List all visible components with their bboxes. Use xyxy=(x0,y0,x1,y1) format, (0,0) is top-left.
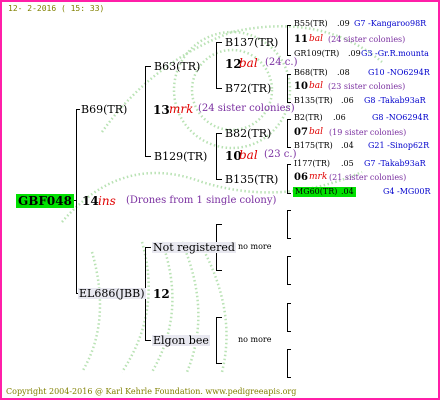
g4-num: 06 xyxy=(294,172,308,183)
mm-no-more: no more xyxy=(238,335,272,344)
g4-score: .04 xyxy=(341,141,354,150)
g4-score: .09 xyxy=(348,49,361,58)
g4-line: G8 -NO6294R xyxy=(372,113,429,122)
paternal-grandmother-id[interactable]: B129(TR) xyxy=(154,151,207,162)
g4-note: (21 sister colonies) xyxy=(329,173,407,182)
g4-id[interactable]: B135(TR) xyxy=(294,97,333,105)
g4-id[interactable]: B2(TR) xyxy=(294,114,323,122)
g4-id[interactable]: GR109(TR) xyxy=(294,50,339,58)
mf-no-more: no more xyxy=(238,242,272,251)
g4-id[interactable]: I177(TR) xyxy=(294,160,330,168)
fm-note: (23 c.) xyxy=(264,149,297,160)
ffm-id[interactable]: B72(TR) xyxy=(225,83,271,94)
mother-generation-number: 12 xyxy=(153,287,170,301)
fmf-id[interactable]: B82(TR) xyxy=(225,128,271,139)
g4-line: G7 -Takab93aR xyxy=(364,159,426,168)
g4-score: .04 xyxy=(339,187,356,197)
root-generation-number: 14 xyxy=(82,194,99,208)
g4-breeder: bal xyxy=(309,34,324,44)
maternal-grandmother-label[interactable]: Elgon bee xyxy=(152,335,210,346)
g4-score: .06 xyxy=(341,96,354,105)
g4-id[interactable]: B175(TR) xyxy=(294,142,333,150)
root-note: (Drones from 1 single colony) xyxy=(126,195,277,206)
g4-id[interactable]: B55(TR) xyxy=(294,20,328,28)
g4-breeder: bal xyxy=(309,127,324,137)
g4-score: .08 xyxy=(337,68,350,77)
father-breeder: mrk xyxy=(169,102,194,116)
g4-line: G8 -Takab93aR xyxy=(364,96,426,105)
g4-line: G21 -Sinop62R xyxy=(368,141,430,150)
mother-id[interactable]: EL686(JBB) xyxy=(78,288,146,299)
fm-breeder: bal xyxy=(239,148,258,162)
g4-id[interactable]: B68(TR) xyxy=(294,69,328,77)
fff-id[interactable]: B137(TR) xyxy=(225,37,278,48)
father-id[interactable]: B69(TR) xyxy=(81,104,127,115)
g4-line: G7 -Kangaroo98R xyxy=(354,19,427,28)
g4-score: .05 xyxy=(341,159,354,168)
father-note: (24 sister colonies) xyxy=(198,103,295,114)
g4-score: .06 xyxy=(333,113,346,122)
g4-line: G4 -MG00R xyxy=(383,187,431,196)
pedigree-frame: 12- 2-2016 ( 15: 33) Copyright 2004-2016… xyxy=(0,0,440,400)
g4-note: (19 sister colonies) xyxy=(329,128,407,137)
g4-num: 10 xyxy=(294,81,308,92)
fmm-id[interactable]: B135(TR) xyxy=(225,174,278,185)
g4-note: (24 sister colonies) xyxy=(328,35,406,44)
g4-num: 11 xyxy=(294,34,308,45)
ff-note: (24 c.) xyxy=(265,57,298,68)
g4-breeder: bal xyxy=(309,81,324,91)
root-breeder: ins xyxy=(98,194,116,208)
father-generation-number: 13 xyxy=(153,103,170,117)
root-queen-id[interactable]: GBF048 xyxy=(16,194,74,208)
ff-breeder: bal xyxy=(239,56,258,70)
g4-id[interactable]: MG60(TR) xyxy=(293,187,340,197)
paternal-grandfather-id[interactable]: B63(TR) xyxy=(154,61,200,72)
g4-num: 07 xyxy=(294,127,308,138)
g4-line: G10 -NO6294R xyxy=(368,68,430,77)
g4-score: .09 xyxy=(337,19,350,28)
maternal-grandfather-label[interactable]: Not registered xyxy=(152,242,236,253)
g4-note: (23 sister colonies) xyxy=(328,82,406,91)
g4-breeder: mrk xyxy=(309,172,328,182)
g4-line: G3 -Gr.R.mounta xyxy=(361,49,429,58)
